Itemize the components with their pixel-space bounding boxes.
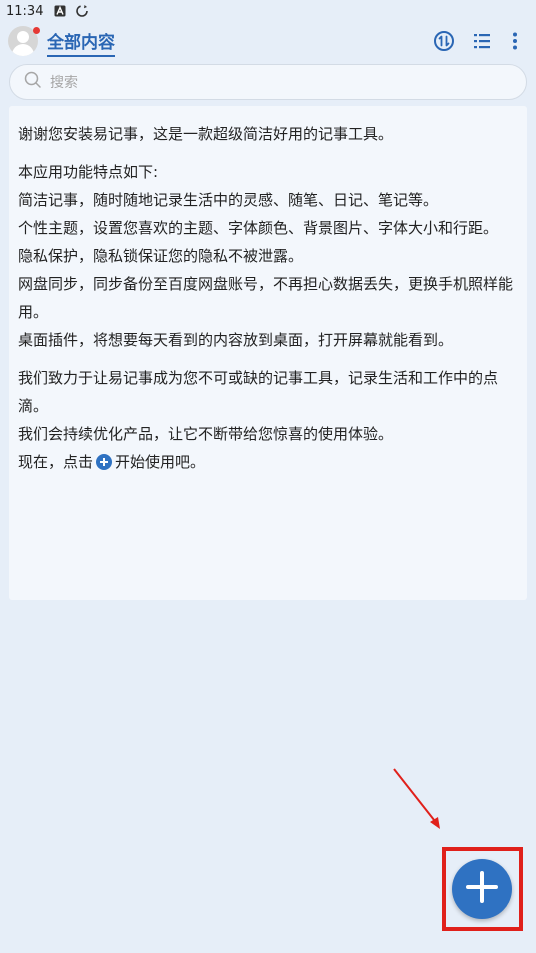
sort-icon[interactable]: [433, 30, 455, 52]
plus-icon: [96, 453, 113, 470]
status-bar: 11:34: [0, 0, 536, 22]
checklist-icon[interactable]: [471, 30, 493, 52]
note-closing: 我们致力于让易记事成为您不可或缺的记事工具，记录生活和工作中的点滴。: [18, 369, 499, 415]
notification-dot: [33, 27, 40, 34]
app-header: 全部内容: [0, 22, 536, 60]
search-input[interactable]: 搜索: [9, 64, 527, 100]
note-feature: 个性主题，设置您喜欢的主题、字体颜色、背景图片、字体大小和行距。: [18, 219, 499, 237]
note-card[interactable]: 谢谢您安装易记事，这是一款超级简洁好用的记事工具。 本应用功能特点如下: 简洁记…: [9, 106, 527, 600]
note-closing: 我们会持续优化产品，让它不断带给您惊喜的使用体验。: [18, 425, 394, 443]
note-feature: 网盘同步，同步备份至百度网盘账号，不再担心数据丢失，更换手机照样能用。: [18, 275, 514, 321]
annotation-arrow: [393, 768, 440, 829]
note-feature: 桌面插件，将想要每天看到的内容放到桌面，打开屏幕就能看到。: [18, 331, 454, 349]
sync-icon: [75, 4, 89, 18]
note-intro: 谢谢您安装易记事，这是一款超级简洁好用的记事工具。: [18, 125, 394, 143]
page-title[interactable]: 全部内容: [47, 28, 115, 57]
more-icon[interactable]: [504, 30, 526, 52]
note-feature: 简洁记事，随时随地记录生活中的灵感、随笔、日记、笔记等。: [18, 191, 439, 209]
note-feature: 隐私保护，隐私锁保证您的隐私不被泄露。: [18, 247, 304, 265]
search-placeholder: 搜索: [50, 75, 78, 91]
note-cta-after: 开始使用吧。: [115, 453, 206, 471]
add-note-button[interactable]: [452, 859, 512, 919]
note-cta: 现在，点击 开始使用吧。: [18, 448, 518, 476]
note-features-heading: 本应用功能特点如下:: [18, 163, 159, 181]
search-icon: [24, 71, 42, 93]
note-cta-before: 现在，点击: [18, 453, 94, 471]
status-time: 11:34: [6, 3, 44, 19]
a-icon: [53, 4, 67, 18]
plus-icon: [465, 870, 499, 908]
